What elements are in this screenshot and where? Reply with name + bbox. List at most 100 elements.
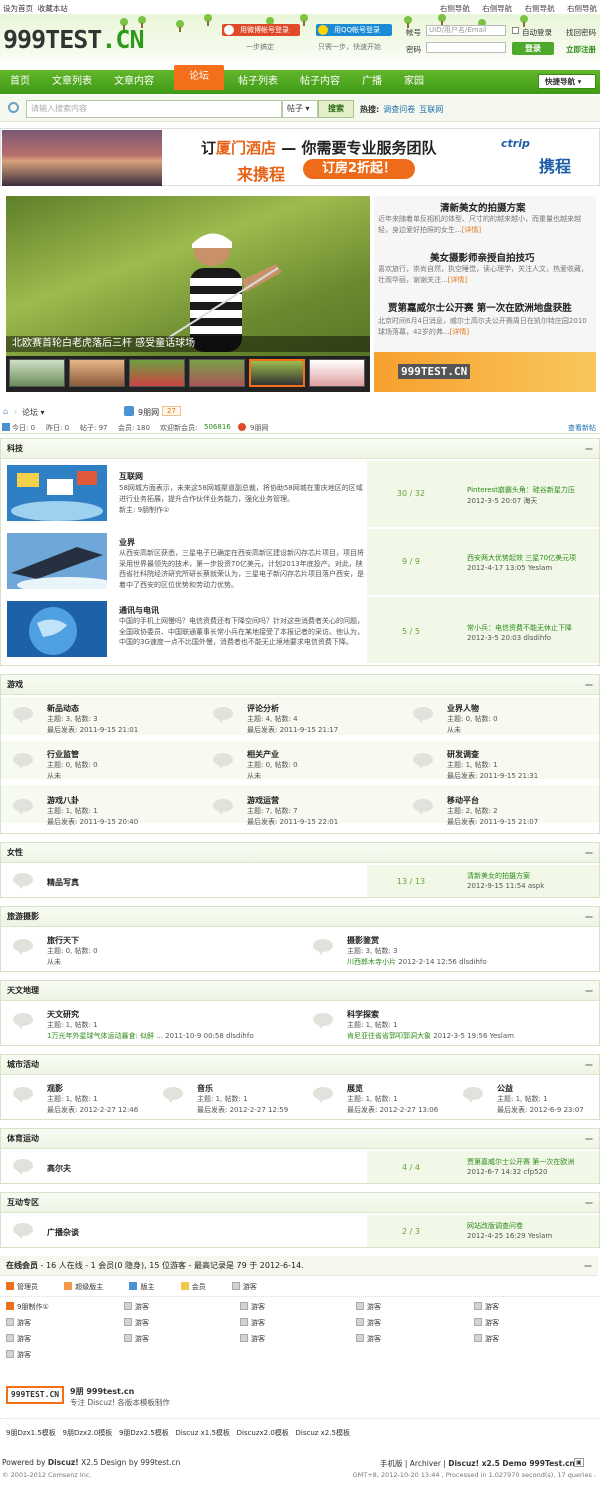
friend-link[interactable]: Discuz x2.5模板 [296, 1429, 350, 1437]
slide-thumbnail[interactable] [129, 359, 185, 387]
online-user[interactable]: 游客 [356, 1318, 381, 1328]
friend-link[interactable]: Discuz x1.5模板 [175, 1429, 229, 1437]
online-user[interactable]: 游客 [6, 1318, 31, 1328]
bookmark-link[interactable]: 收藏本站 [38, 4, 68, 13]
section-header[interactable]: 游戏 — [1, 675, 599, 695]
last-post-link[interactable]: 西安两大优势起效 三星70亿美元项 [467, 553, 576, 563]
forum-name[interactable]: 业界 [119, 537, 135, 548]
register-link[interactable]: 立即注册 [566, 44, 596, 55]
forum-name[interactable]: 互联网 [119, 471, 143, 482]
forum-name[interactable]: 通讯与电讯 [119, 605, 159, 616]
online-user[interactable]: 游客 [474, 1318, 499, 1328]
right-nav-link[interactable]: 右侧导航 [440, 4, 470, 13]
quick-nav-button[interactable]: 快捷导航 ▾ [538, 74, 596, 89]
slide-thumbnail[interactable] [9, 359, 65, 387]
online-user[interactable]: 游客 [474, 1302, 499, 1312]
collapse-icon[interactable]: — [585, 981, 593, 1001]
forum-image-industry[interactable] [7, 533, 107, 589]
auto-login-checkbox[interactable] [512, 27, 519, 34]
right-nav-link[interactable]: 右侧导航 [525, 4, 555, 13]
collapse-icon[interactable]: — [584, 1256, 592, 1276]
nav-broadcast[interactable]: 广播 [362, 70, 382, 94]
collapse-icon[interactable]: — [585, 675, 593, 695]
collapse-icon[interactable]: — [585, 439, 593, 459]
online-user[interactable]: 游客 [240, 1334, 265, 1344]
footer-site-name[interactable]: 9朋 999test.cn [70, 1386, 134, 1397]
discuz-link[interactable]: Discuz! [48, 1458, 79, 1467]
slide-thumbnail[interactable] [189, 359, 245, 387]
side-banner[interactable]: 999TEST.CN [374, 352, 596, 392]
forum-name[interactable]: 高尔夫 [47, 1163, 71, 1174]
password-input[interactable] [426, 42, 506, 53]
section-header[interactable]: 女性 — [1, 843, 599, 863]
forum-image-internet[interactable] [7, 465, 107, 521]
nav-article-list[interactable]: 文章列表 [52, 70, 92, 94]
search-input[interactable]: 请输入搜索内容 [26, 100, 282, 118]
footer-right-links[interactable]: 手机版 | Archiver | Discuz! x2.5 Demo 999Te… [380, 1458, 575, 1469]
crumb-forum[interactable]: 论坛 ▾ [22, 407, 45, 418]
nav-forum[interactable]: 论坛 [174, 65, 224, 90]
set-home-link[interactable]: 设为首页 [3, 4, 33, 13]
forum-name[interactable]: 广播杂谈 [47, 1227, 79, 1238]
news-title[interactable]: 清新美女的拍摄方案 [440, 200, 526, 214]
crumb-site[interactable]: 9朋网 [138, 407, 159, 418]
collapse-icon[interactable]: — [585, 1193, 593, 1213]
ad-banner[interactable]: 订厦门酒店 — 你需要专业服务团队 来携程 订房2折起！ ctrip 携程 [0, 128, 600, 186]
footer-logo[interactable]: 999TEST.CN [6, 1386, 64, 1404]
last-post-link[interactable]: 常小兵：电信资费不能无休止下降 [467, 623, 572, 633]
section-header[interactable]: 互动专区 — [1, 1193, 599, 1213]
online-user[interactable]: 游客 [6, 1334, 31, 1344]
section-header[interactable]: 天文地理 — [1, 981, 599, 1001]
section-header[interactable]: 体育运动 — [1, 1129, 599, 1149]
friend-link[interactable]: 9朋Dzx1.5模板 [6, 1429, 56, 1437]
online-user[interactable]: 9朋制作① [6, 1302, 49, 1312]
site-logo[interactable]: 999TEST.CN [3, 25, 145, 54]
online-user[interactable]: 游客 [124, 1334, 149, 1344]
online-header[interactable]: 在线会员 - 16 人在线 - 1 会员(0 隐身), 15 位游客 - 最高记… [0, 1256, 598, 1276]
online-user[interactable]: 游客 [240, 1318, 265, 1328]
collapse-icon[interactable]: — [585, 1129, 593, 1149]
last-post-link[interactable]: 网站改版调查问卷 [467, 1221, 523, 1231]
last-post-link[interactable]: Pinterest崩霸头角：硅谷新星力压 [467, 485, 575, 495]
section-header[interactable]: 城市活动 — [1, 1055, 599, 1075]
news-title[interactable]: 贾第嘉威尔士公开赛 第一次在欧洲地盘获胜 [388, 300, 572, 314]
hot-search-link[interactable]: 互联网 [419, 105, 443, 114]
friend-link[interactable]: 9朋Dzx2.5模板 [119, 1429, 169, 1437]
collapse-icon[interactable]: — [585, 907, 593, 927]
slide-thumbnail-active[interactable] [249, 359, 305, 387]
forum-name[interactable]: 精品写真 [47, 877, 79, 888]
nav-article-content[interactable]: 文章内容 [114, 70, 154, 94]
nav-home-space[interactable]: 家园 [404, 70, 424, 94]
home-icon[interactable]: ⌂ [3, 407, 8, 416]
nav-thread-content[interactable]: 帖子内容 [300, 70, 340, 94]
forgot-password-link[interactable]: 找回密码 [566, 27, 596, 38]
online-user[interactable]: 游客 [124, 1302, 149, 1312]
online-user[interactable]: 游客 [356, 1334, 381, 1344]
online-user[interactable]: 游客 [124, 1318, 149, 1328]
nav-home[interactable]: 首页 [10, 70, 30, 94]
online-user[interactable]: 游客 [240, 1302, 265, 1312]
section-header[interactable]: 科技 — [1, 439, 599, 459]
right-nav-link[interactable]: 右侧导航 [567, 4, 597, 13]
news-title[interactable]: 美女摄影师亲授自拍技巧 [430, 250, 535, 264]
collapse-icon[interactable]: — [585, 1055, 593, 1075]
search-type-select[interactable]: 帖子 ▾ [282, 100, 318, 118]
account-input[interactable]: UID/用户名/Email [426, 25, 506, 36]
section-header[interactable]: 旅游摄影 — [1, 907, 599, 927]
friend-link[interactable]: 9朋Dzx2.0模板 [62, 1429, 112, 1437]
slide-thumbnail[interactable] [69, 359, 125, 387]
login-button[interactable]: 登录 [512, 42, 554, 55]
online-user[interactable]: 游客 [474, 1334, 499, 1344]
hot-search-link[interactable]: 调查问卷 [383, 105, 415, 114]
last-post-link[interactable]: 贾第嘉威尔士公开赛 第一次在欧洲 [467, 1157, 574, 1167]
search-button[interactable]: 搜索 [318, 100, 354, 118]
online-user[interactable]: 游客 [356, 1302, 381, 1312]
last-post-link[interactable]: 清新美女的拍摄方案 [467, 871, 530, 881]
friend-link[interactable]: Discuzx2.0模板 [237, 1429, 289, 1437]
newest-member-link[interactable]: 506816 [204, 423, 231, 431]
collapse-icon[interactable]: — [585, 843, 593, 863]
slide-thumbnail[interactable] [309, 359, 365, 387]
online-user[interactable]: 游客 [6, 1350, 31, 1360]
nav-thread-list[interactable]: 帖子列表 [238, 70, 278, 94]
right-nav-link[interactable]: 右侧导航 [482, 4, 512, 13]
